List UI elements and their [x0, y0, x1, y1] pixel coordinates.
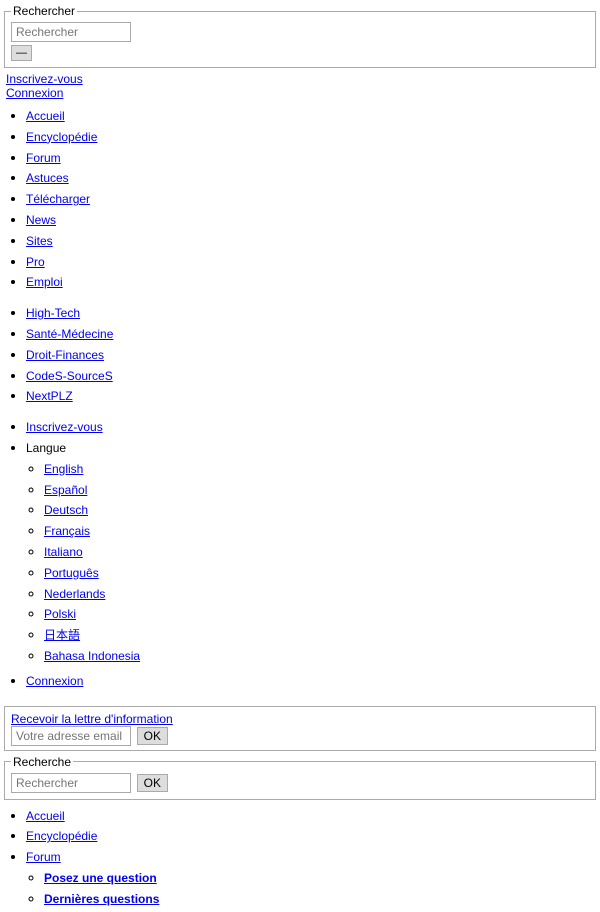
lang-item: Deutsch — [44, 500, 594, 521]
bottom-nav-sub-list: Posez une question Dernières questions — [26, 868, 594, 910]
lang-item: English — [44, 459, 594, 480]
nav2-item: CodeS-SourceS — [26, 366, 594, 387]
newsletter-ok-button[interactable]: OK — [137, 727, 168, 745]
nav1-item: Pro — [26, 252, 594, 273]
lang-link[interactable]: Deutsch — [44, 503, 88, 517]
language-list: English Español Deutsch Français Italiano Por… — [26, 459, 594, 667]
nav2-link[interactable]: Santé-Médecine — [26, 327, 113, 341]
nav1-link[interactable]: News — [26, 213, 56, 227]
lang-link[interactable]: Bahasa Indonesia — [44, 649, 140, 663]
lang-link[interactable]: Nederlands — [44, 587, 105, 601]
top-auth-links: Inscrivez-vous Connexion — [0, 68, 600, 104]
connexion-list: Connexion — [6, 671, 594, 692]
nav1-link[interactable]: Sites — [26, 234, 53, 248]
nav1-item: Forum — [26, 148, 594, 169]
lang-link[interactable]: Español — [44, 483, 87, 497]
lang-link[interactable]: Polski — [44, 607, 76, 621]
bottom-nav-item: Encyclopédie — [26, 826, 594, 847]
search-button-top[interactable]: — — [11, 45, 32, 61]
bottom-nav-item: Accueil — [26, 806, 594, 827]
nav2-item: Droit-Finances — [26, 345, 594, 366]
nav1-link[interactable]: Astuces — [26, 171, 69, 185]
lang-item: Nederlands — [44, 584, 594, 605]
bottom-nav-list: Accueil Encyclopédie Forum Posez une questi… — [6, 806, 594, 910]
nav1-link[interactable]: Accueil — [26, 109, 65, 123]
inscrivez-vous-item: Inscrivez-vous — [26, 417, 594, 438]
lang-item: Italiano — [44, 542, 594, 563]
nav1-item: Accueil — [26, 106, 594, 127]
nav2-item: High-Tech — [26, 303, 594, 324]
bottom-nav-sub-link[interactable]: Posez une question — [44, 871, 157, 885]
nav1-item: Encyclopédie — [26, 127, 594, 148]
bottom-nav-sub-item: Dernières questions — [44, 889, 594, 910]
lang-item: Português — [44, 563, 594, 584]
lang-section: Inscrivez-vous Langue English Español Deut… — [0, 415, 600, 669]
search-input-bottom[interactable] — [11, 773, 131, 793]
langue-label: Langue — [26, 441, 66, 455]
search-ok-button-bottom[interactable]: OK — [137, 774, 168, 792]
lang-link[interactable]: English — [44, 462, 83, 476]
nav2-link[interactable]: NextPLZ — [26, 389, 73, 403]
nav1-link[interactable]: Emploi — [26, 275, 63, 289]
nav1-item: Télécharger — [26, 189, 594, 210]
nav1-item: Emploi — [26, 272, 594, 293]
search-legend-top: Rechercher — [11, 4, 77, 18]
nav1-link[interactable]: Forum — [26, 151, 61, 165]
langue-item: Langue English Español Deutsch Français Ital… — [26, 438, 594, 667]
inscrivez-vous-link-lang[interactable]: Inscrivez-vous — [26, 420, 103, 434]
nav1-link[interactable]: Pro — [26, 255, 45, 269]
nav2-link[interactable]: CodeS-SourceS — [26, 369, 113, 383]
connexion-item: Connexion — [26, 671, 594, 692]
bottom-nav-item: Forum Posez une question Dernières questio… — [26, 847, 594, 909]
search-input-top[interactable] — [11, 22, 131, 42]
bottom-nav-sub-item: Posez une question — [44, 868, 594, 889]
nav1-link[interactable]: Télécharger — [26, 192, 90, 206]
lang-item: Español — [44, 480, 594, 501]
nav1-link[interactable]: Encyclopédie — [26, 130, 97, 144]
inscrivez-vous-link-top[interactable]: Inscrivez-vous — [6, 72, 594, 86]
bottom-nav-sub-link[interactable]: Dernières questions — [44, 892, 159, 906]
category-nav-list: High-Tech Santé-Médecine Droit-Finances Cod… — [6, 303, 594, 407]
nav1-item: News — [26, 210, 594, 231]
newsletter-input[interactable] — [11, 726, 131, 746]
lang-top-list: Inscrivez-vous Langue English Español Deut… — [6, 417, 594, 667]
connexion-link-bottom[interactable]: Connexion — [26, 674, 83, 688]
bottom-nav: Accueil Encyclopédie Forum Posez une questi… — [0, 804, 600, 912]
connexion-bottom-section: Connexion — [0, 669, 600, 700]
lang-link[interactable]: 日本語 — [44, 628, 80, 642]
connexion-link-top[interactable]: Connexion — [6, 86, 594, 100]
main-nav-list: Accueil Encyclopédie Forum Astuces Télécharg… — [6, 106, 594, 293]
nav1-item: Astuces — [26, 168, 594, 189]
bottom-nav-link[interactable]: Forum — [26, 850, 61, 864]
search-fieldset-bottom: Recherche OK — [4, 755, 596, 800]
lang-link[interactable]: Français — [44, 524, 90, 538]
nav1-item: Sites — [26, 231, 594, 252]
lang-link[interactable]: Português — [44, 566, 99, 580]
nav2-item: Santé-Médecine — [26, 324, 594, 345]
nav2-item: NextPLZ — [26, 386, 594, 407]
lang-item: Français — [44, 521, 594, 542]
bottom-nav-link[interactable]: Encyclopédie — [26, 829, 97, 843]
search-fieldset-top: Rechercher — — [4, 4, 596, 68]
category-nav: High-Tech Santé-Médecine Droit-Finances Cod… — [0, 301, 600, 415]
lang-link[interactable]: Italiano — [44, 545, 83, 559]
lang-item: Bahasa Indonesia — [44, 646, 594, 667]
lang-item: Polski — [44, 604, 594, 625]
lang-item: 日本語 — [44, 625, 594, 646]
bottom-nav-link[interactable]: Accueil — [26, 809, 65, 823]
search-legend-bottom: Recherche — [11, 755, 73, 769]
nav2-link[interactable]: Droit-Finances — [26, 348, 104, 362]
nav2-link[interactable]: High-Tech — [26, 306, 80, 320]
newsletter-link[interactable]: Recevoir la lettre d'information — [11, 712, 173, 726]
main-nav: Accueil Encyclopédie Forum Astuces Télécharg… — [0, 104, 600, 301]
newsletter-section: Recevoir la lettre d'information OK — [4, 706, 596, 751]
